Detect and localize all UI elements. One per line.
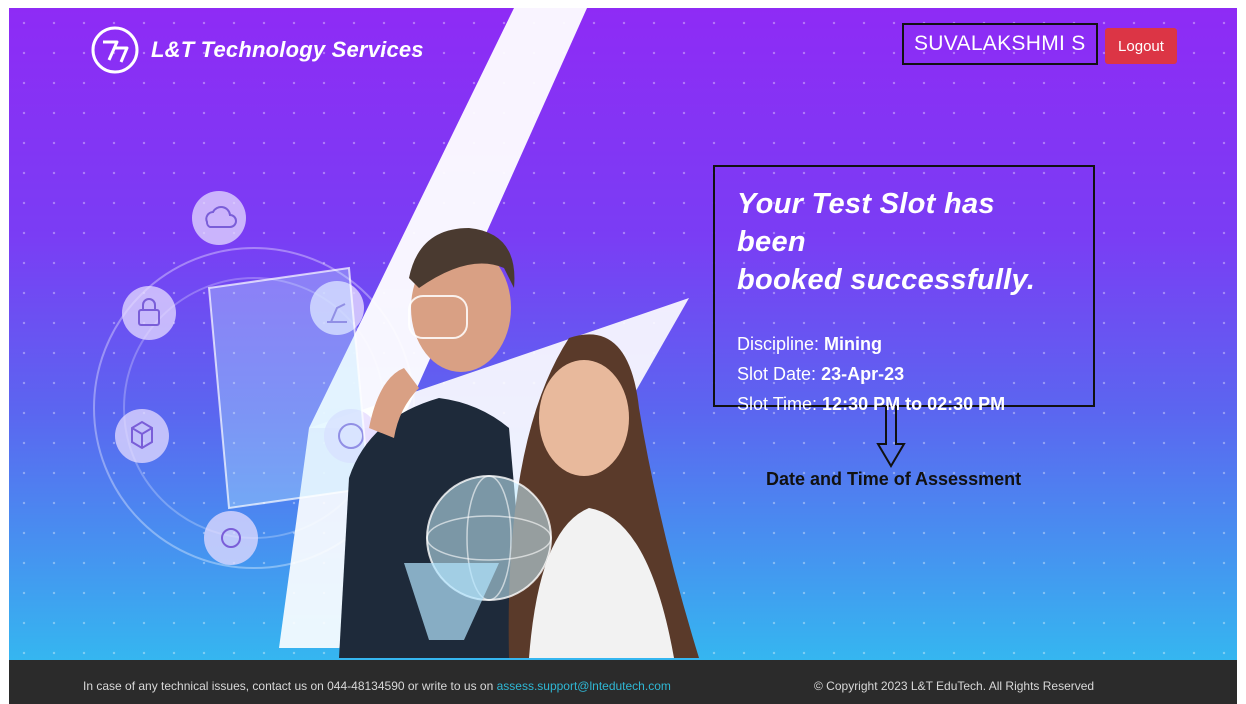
hero-banner: L&T Technology Services SUVALAKSHMI S Lo… — [9, 8, 1237, 660]
brand-logo[interactable]: L&T Technology Services — [89, 24, 424, 76]
support-text: In case of any technical issues, contact… — [83, 679, 494, 693]
lt-logo-icon — [91, 26, 139, 74]
slot-date-value: 23-Apr-23 — [821, 364, 905, 384]
support-info: In case of any technical issues, contact… — [83, 679, 671, 693]
cube-bubble-icon — [115, 409, 169, 463]
slot-time-value: 12:30 PM to 02:30 PM — [822, 394, 1006, 414]
user-name-box: SUVALAKSHMI S — [902, 23, 1098, 65]
cloud-bubble-icon — [192, 191, 246, 245]
discipline-row: Discipline: Mining — [737, 329, 1071, 359]
copyright-text: © Copyright 2023 L&T EduTech. All Rights… — [814, 679, 1095, 693]
slot-confirmation-box: Your Test Slot has been booked successfu… — [713, 165, 1095, 414]
logout-button[interactable]: Logout — [1105, 28, 1177, 64]
slot-date-label: Slot Date: — [737, 364, 817, 384]
assessment-annotation: Date and Time of Assessment — [766, 469, 1022, 489]
discipline-value: Mining — [824, 334, 883, 354]
confirmation-title: Your Test Slot has been booked successfu… — [737, 185, 1071, 299]
footer: In case of any technical issues, contact… — [9, 660, 1237, 704]
discipline-label: Discipline: — [737, 334, 820, 354]
brand-name: L&T Technology Services — [151, 37, 424, 62]
confirmation-title-line1: Your Test Slot has been — [737, 188, 995, 258]
slot-time-label: Slot Time: — [737, 394, 818, 414]
slot-date-row: Slot Date: 23-Apr-23 — [737, 359, 1071, 389]
lock-bubble-icon — [122, 286, 176, 340]
down-arrow-icon — [876, 406, 906, 468]
confirmation-title-line2: booked successfully. — [737, 264, 1036, 296]
gear-bubble-icon — [204, 511, 258, 565]
support-email-link[interactable]: assess.support@lntedutech.com — [497, 679, 671, 693]
user-name: SUVALAKSHMI S — [914, 32, 1086, 55]
